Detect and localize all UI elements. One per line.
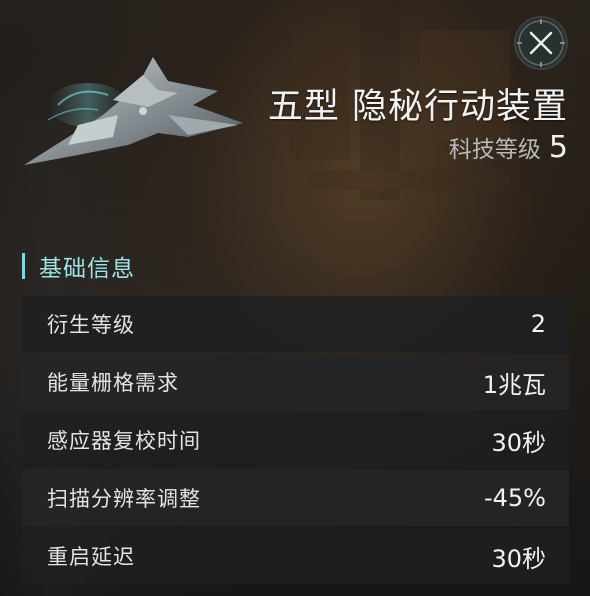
section-title: 基础信息 bbox=[39, 256, 135, 282]
attribute-list: 衍生等级 2 能量栅格需求 1兆瓦 感应器复校时间 30秒 扫描分辨率调整 -4… bbox=[22, 296, 569, 586]
attribute-row-scan-resolution: 扫描分辨率调整 -45% bbox=[22, 470, 569, 526]
tech-level-label: 科技等级 bbox=[448, 137, 541, 163]
attribute-label: 感应器复校时间 bbox=[47, 429, 201, 453]
attribute-value: 30秒 bbox=[491, 428, 546, 457]
close-icon bbox=[517, 19, 565, 67]
attribute-row-powergrid: 能量栅格需求 1兆瓦 bbox=[22, 354, 569, 410]
tech-level-value: 5 bbox=[548, 130, 568, 165]
close-button[interactable] bbox=[516, 18, 566, 68]
attribute-row-reactivation-delay: 重启延迟 30秒 bbox=[22, 528, 569, 584]
attribute-label: 能量栅格需求 bbox=[47, 371, 179, 395]
tech-level: 科技等级 5 bbox=[449, 130, 568, 166]
attribute-label: 重启延迟 bbox=[47, 545, 135, 569]
attribute-row-meta-level: 衍生等级 2 bbox=[22, 296, 569, 352]
section-header-basic-info: 基础信息 bbox=[22, 250, 135, 282]
attribute-label: 衍生等级 bbox=[47, 313, 135, 337]
item-info-panel: 五型 隐秘行动装置 科技等级 5 基础信息 衍生等级 2 能量栅格需求 1兆瓦 … bbox=[0, 0, 590, 596]
attribute-value: 1兆瓦 bbox=[482, 370, 546, 399]
attribute-value: -45% bbox=[483, 484, 546, 512]
attribute-row-sensor-recalibration: 感应器复校时间 30秒 bbox=[22, 412, 569, 468]
section-accent-bar bbox=[22, 253, 25, 279]
attribute-label: 扫描分辨率调整 bbox=[47, 487, 201, 511]
attribute-value: 30秒 bbox=[491, 544, 546, 573]
attribute-value: 2 bbox=[530, 310, 546, 338]
item-title: 五型 隐秘行动装置 bbox=[267, 87, 568, 127]
ship-image bbox=[24, 57, 243, 165]
